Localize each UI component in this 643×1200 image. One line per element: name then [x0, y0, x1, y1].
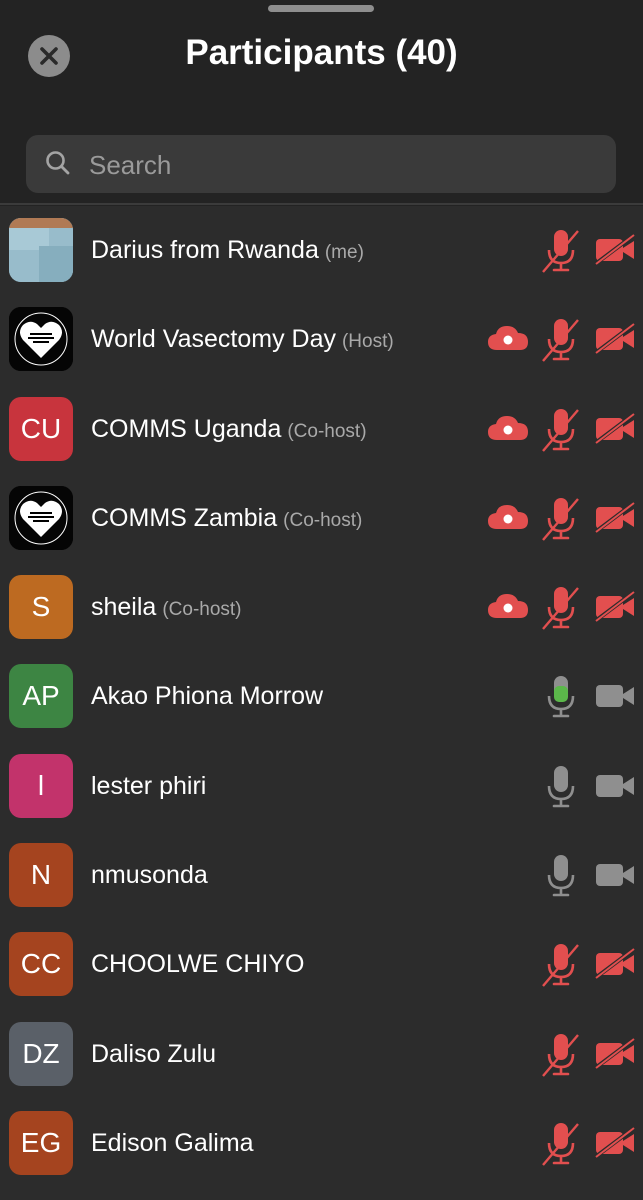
- participant-name-line: COMMS Uganda (Co-host): [91, 413, 367, 449]
- video-camera-icon[interactable]: [594, 680, 636, 717]
- avatar-initials: EG: [20, 1126, 62, 1158]
- participant-row[interactable]: Ssheila (Co-host): [0, 563, 643, 652]
- avatar: DZ: [9, 1021, 73, 1086]
- video-off-icon[interactable]: [592, 501, 636, 539]
- participant-row[interactable]: AP Akao Phiona Morrow: [0, 652, 643, 741]
- avatar-initials: S: [31, 591, 51, 623]
- avatar: l: [9, 753, 73, 818]
- participant-row[interactable]: World Vasectomy Day (Host): [0, 295, 643, 384]
- participant-role: (Co-host): [162, 599, 242, 621]
- mic-icon[interactable]: [542, 853, 582, 904]
- search-input[interactable]: Search: [26, 135, 616, 193]
- participant-name-line: COMMS Zambia (Co-host): [91, 502, 362, 538]
- avatar: CC: [9, 932, 73, 997]
- participant-name: COMMS Zambia: [91, 503, 278, 532]
- video-camera-icon[interactable]: [594, 859, 636, 896]
- search-icon: [46, 151, 70, 175]
- participant-row[interactable]: COMMS Zambia (Co-host): [0, 474, 643, 563]
- mic-muted-icon[interactable]: [542, 1121, 582, 1172]
- cloud-recording-icon: [487, 413, 529, 448]
- cloud-recording-icon: [487, 502, 529, 537]
- divider: [0, 203, 643, 205]
- avatar-logo: [9, 307, 73, 372]
- participant-name-line: World Vasectomy Day (Host): [91, 323, 394, 359]
- video-camera-icon[interactable]: [594, 770, 636, 807]
- participant-name: Daliso Zulu: [91, 1039, 217, 1068]
- video-off-icon[interactable]: [592, 411, 636, 450]
- mic-muted-icon[interactable]: [542, 585, 582, 636]
- participant-row[interactable]: DZ Daliso Zulu: [0, 1010, 643, 1099]
- mic-muted-icon[interactable]: [542, 407, 582, 458]
- participant-row[interactable]: l lester phiri: [0, 742, 643, 831]
- participant-name: CHOOLWE CHIYO: [91, 950, 305, 979]
- page-title: Participants (40): [185, 33, 458, 72]
- participant-role: (Co-host): [287, 420, 367, 442]
- participant-name-line: Daliso Zulu: [91, 1038, 216, 1074]
- video-off-icon[interactable]: [592, 233, 636, 271]
- participant-role: (Co-host): [283, 509, 363, 531]
- participant-name-line: Darius from Rwanda (me): [91, 234, 364, 270]
- video-off-icon[interactable]: [592, 322, 636, 360]
- participant-row[interactable]: CU COMMS Uganda (Co-host): [0, 385, 643, 474]
- avatar-initials: l: [37, 769, 45, 801]
- video-off-icon[interactable]: [592, 1037, 636, 1075]
- cloud-recording-icon: [487, 591, 529, 626]
- avatar: EG: [9, 1110, 73, 1175]
- participant-name: sheila: [91, 593, 157, 622]
- video-off-icon[interactable]: [592, 947, 636, 985]
- participants-header: Participants (40) Search: [0, 0, 643, 204]
- avatar-initials: N: [30, 859, 52, 891]
- mic-muted-icon[interactable]: [542, 228, 582, 279]
- avatar-initials: AP: [22, 680, 60, 712]
- mic-muted-icon[interactable]: [542, 1032, 582, 1083]
- participant-name: Edison Galima: [91, 1128, 254, 1157]
- avatar: CU: [9, 396, 73, 461]
- mic-icon[interactable]: [542, 764, 582, 815]
- mic-muted-icon[interactable]: [542, 317, 582, 368]
- mic-muted-icon[interactable]: [542, 942, 582, 993]
- search-placeholder: Search: [89, 150, 172, 180]
- participant-name-line: Edison Galima: [91, 1127, 254, 1163]
- avatar-initials: CU: [20, 412, 62, 444]
- avatar-initials: DZ: [22, 1037, 60, 1069]
- drag-handle[interactable]: [268, 5, 374, 12]
- avatar-logo: [9, 485, 73, 550]
- participant-row[interactable]: Nnmusonda: [0, 831, 643, 920]
- participant-role: (me): [324, 242, 364, 263]
- participant-name: Akao Phiona Morrow: [91, 682, 324, 711]
- participant-row[interactable]: CC CHOOLWE CHIYO: [0, 920, 643, 1009]
- participant-name-line: CHOOLWE CHIYO: [91, 948, 304, 984]
- mic-muted-icon[interactable]: [542, 496, 582, 547]
- participant-name: COMMS Uganda: [91, 414, 282, 443]
- cloud-recording-icon: [487, 323, 529, 358]
- participant-list: Darius from Rwanda (me) World Vasectomy Da…: [0, 206, 643, 1200]
- avatar-photo: [9, 218, 73, 282]
- participant-row[interactable]: EG Edison Galima: [0, 1099, 643, 1188]
- participant-role: (Host): [341, 331, 394, 353]
- video-off-icon[interactable]: [592, 1126, 636, 1164]
- video-off-icon[interactable]: [592, 590, 636, 628]
- participant-name-line: lester phiri: [91, 770, 206, 806]
- participant-name-line: nmusonda: [91, 859, 208, 895]
- participant-name-line: Akao Phiona Morrow: [91, 680, 323, 716]
- avatar: S: [9, 575, 73, 640]
- participant-name: lester phiri: [91, 771, 207, 800]
- participant-name: Darius from Rwanda: [91, 236, 319, 264]
- avatar-initials: CC: [20, 948, 62, 980]
- participant-name-line: sheila (Co-host): [91, 591, 242, 627]
- avatar: N: [9, 843, 73, 908]
- avatar: AP: [9, 664, 73, 729]
- participant-row[interactable]: Darius from Rwanda (me): [0, 206, 643, 295]
- participant-name: nmusonda: [91, 861, 208, 890]
- mic-speaking-icon[interactable]: [542, 674, 582, 725]
- participant-name: World Vasectomy Day: [91, 325, 336, 354]
